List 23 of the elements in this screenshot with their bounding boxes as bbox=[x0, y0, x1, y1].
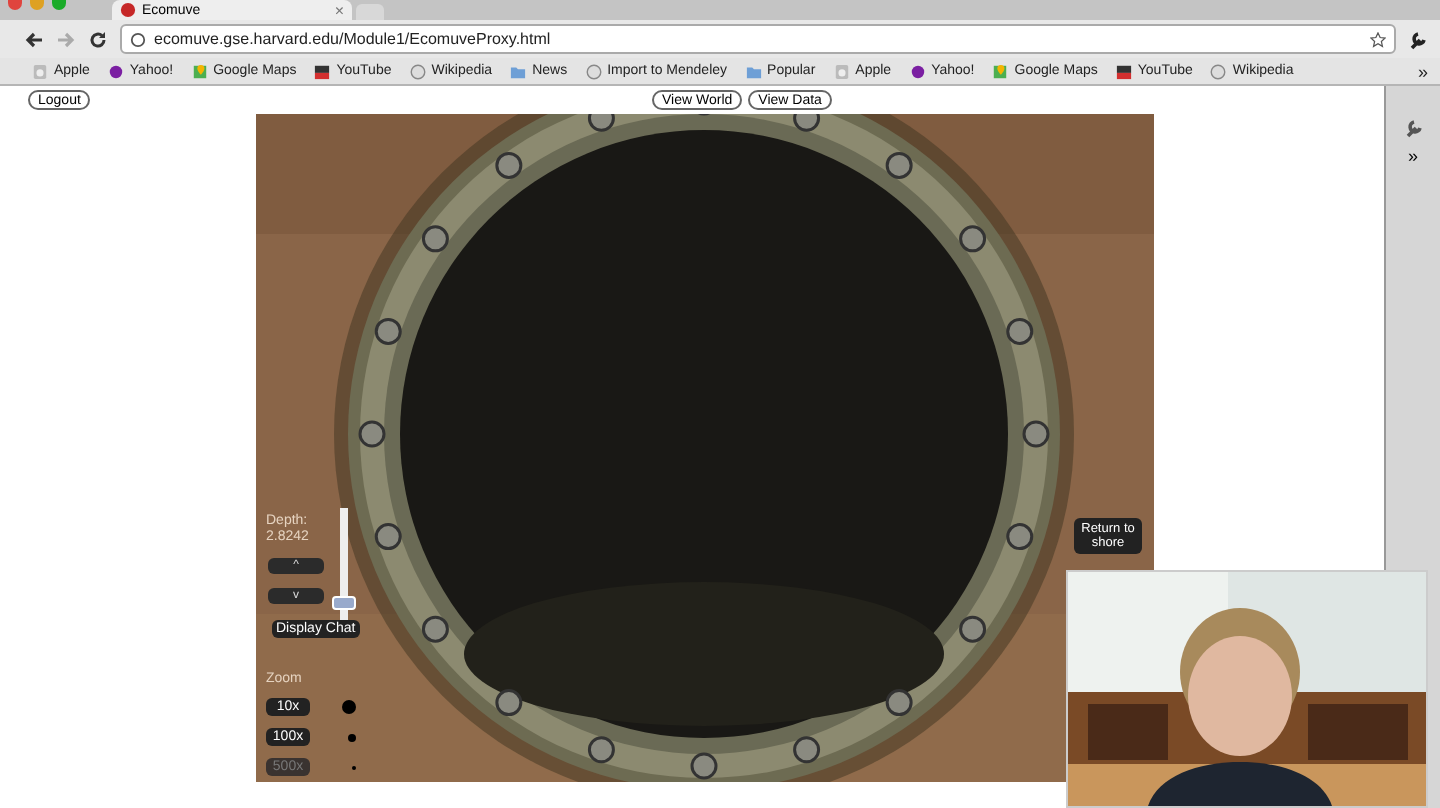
globe-icon bbox=[130, 31, 146, 47]
address-field[interactable]: ecomuve.gse.harvard.edu/Module1/EcomuveProxy.html bbox=[120, 24, 1396, 54]
globe-icon bbox=[1210, 63, 1227, 79]
tv-icon bbox=[314, 63, 331, 79]
globe-icon bbox=[409, 63, 426, 79]
tv-icon bbox=[1115, 63, 1132, 79]
wrench-icon bbox=[1403, 118, 1423, 138]
more-label: » bbox=[1407, 146, 1418, 166]
folder-icon bbox=[510, 63, 527, 79]
globe-icon bbox=[585, 63, 602, 79]
wrench-icon[interactable] bbox=[1408, 29, 1428, 49]
back-icon[interactable] bbox=[24, 29, 44, 49]
slider-thumb[interactable] bbox=[332, 596, 356, 611]
tab-close-button[interactable]: × bbox=[334, 1, 344, 19]
zoom-dot-icon bbox=[348, 733, 356, 741]
map-pin-icon bbox=[191, 63, 208, 79]
site-icon bbox=[120, 2, 136, 18]
folder-icon bbox=[745, 63, 762, 79]
star-icon[interactable] bbox=[1370, 31, 1386, 47]
more-bookmarks-button[interactable]: » bbox=[1417, 61, 1428, 81]
reload-icon[interactable] bbox=[88, 29, 108, 49]
map-pin-icon bbox=[992, 63, 1009, 79]
depth-slider[interactable] bbox=[332, 508, 356, 620]
